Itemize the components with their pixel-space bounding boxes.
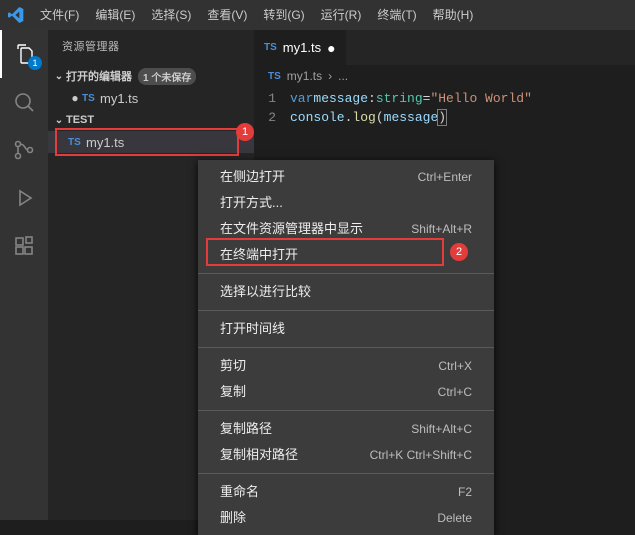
context-menu-item[interactable]: 删除 Delete bbox=[198, 505, 494, 531]
context-menu-separator bbox=[198, 310, 494, 311]
activity-search-icon[interactable] bbox=[0, 78, 48, 126]
context-menu-item[interactable]: 打开时间线 bbox=[198, 316, 494, 342]
tok: : bbox=[368, 91, 376, 106]
tok: = bbox=[423, 91, 431, 106]
breadcrumb-sep: › bbox=[328, 69, 332, 83]
tab-bar: TS my1.ts ● bbox=[254, 30, 635, 65]
tok: . bbox=[345, 110, 353, 125]
context-menu-shortcut: Ctrl+X bbox=[438, 353, 472, 379]
ts-file-icon: TS bbox=[264, 42, 277, 53]
menu-view[interactable]: 查看(V) bbox=[199, 0, 255, 30]
context-menu-shortcut: Ctrl+C bbox=[438, 379, 472, 405]
ts-file-icon: TS bbox=[268, 71, 281, 82]
breadcrumb-file: my1.ts bbox=[287, 69, 322, 83]
code-editor[interactable]: 1 var message:string = "Hello World" 2 c… bbox=[254, 87, 635, 129]
annotation-box-2 bbox=[206, 238, 444, 266]
activity-scm-icon[interactable] bbox=[0, 126, 48, 174]
tok: message bbox=[384, 110, 439, 125]
context-menu-label: 重命名 bbox=[220, 479, 259, 505]
modified-dot-icon: ● bbox=[68, 91, 82, 105]
activity-extensions-icon[interactable] bbox=[0, 222, 48, 270]
context-menu-item[interactable]: 选择以进行比较 bbox=[198, 279, 494, 305]
menu-file[interactable]: 文件(F) bbox=[32, 0, 87, 30]
menu-terminal[interactable]: 终端(T) bbox=[369, 0, 424, 30]
annotation-marker-2: 2 bbox=[450, 243, 468, 261]
open-editor-filename: my1.ts bbox=[100, 91, 138, 106]
tok: var bbox=[290, 91, 313, 106]
menu-goto[interactable]: 转到(G) bbox=[255, 0, 312, 30]
context-menu-shortcut: Ctrl+Enter bbox=[418, 164, 472, 190]
code-line: 1 var message:string = "Hello World" bbox=[254, 89, 635, 108]
context-menu-label: 打开时间线 bbox=[220, 316, 285, 342]
context-menu-item[interactable]: 复制路径 Shift+Alt+C bbox=[198, 416, 494, 442]
breadcrumb-rest: ... bbox=[338, 69, 348, 83]
context-menu-label: 删除 bbox=[220, 505, 246, 531]
annotation-box-1 bbox=[55, 128, 239, 156]
tab-modified-dot-icon: ● bbox=[327, 40, 335, 56]
menu-select[interactable]: 选择(S) bbox=[143, 0, 199, 30]
context-menu-label: 选择以进行比较 bbox=[220, 279, 311, 305]
menu-help[interactable]: 帮助(H) bbox=[425, 0, 482, 30]
context-menu-label: 在侧边打开 bbox=[220, 164, 285, 190]
activity-explorer-icon[interactable]: 1 bbox=[0, 30, 48, 78]
tok: ( bbox=[376, 110, 384, 125]
context-menu-shortcut: Ctrl+K Ctrl+Shift+C bbox=[370, 442, 472, 468]
context-menu-separator bbox=[198, 473, 494, 474]
tab-filename: my1.ts bbox=[283, 40, 321, 55]
editor-tab[interactable]: TS my1.ts ● bbox=[254, 30, 347, 65]
context-menu-shortcut: F2 bbox=[458, 479, 472, 505]
title-bar: 文件(F) 编辑(E) 选择(S) 查看(V) 转到(G) 运行(R) 终端(T… bbox=[0, 0, 635, 30]
context-menu-shortcut: Delete bbox=[437, 505, 472, 531]
context-menu-label: 复制相对路径 bbox=[220, 442, 298, 468]
context-menu-label: 剪切 bbox=[220, 353, 246, 379]
context-menu-item[interactable]: 复制相对路径 Ctrl+K Ctrl+Shift+C bbox=[198, 442, 494, 468]
line-number: 1 bbox=[254, 91, 290, 106]
line-number: 2 bbox=[254, 110, 290, 125]
tok: message bbox=[313, 91, 368, 106]
context-menu-label: 复制 bbox=[220, 379, 246, 405]
folder-label: TEST bbox=[66, 114, 94, 126]
code-line: 2 console.log(message) bbox=[254, 108, 635, 127]
context-menu-item[interactable]: 剪切 Ctrl+X bbox=[198, 353, 494, 379]
context-menu-separator bbox=[198, 410, 494, 411]
unsaved-badge: 1 个未保存 bbox=[138, 68, 196, 85]
context-menu: 在侧边打开Ctrl+Enter打开方式...在文件资源管理器中显示Shift+A… bbox=[198, 160, 494, 535]
menu-run[interactable]: 运行(R) bbox=[313, 0, 370, 30]
context-menu-shortcut: Shift+Alt+C bbox=[411, 416, 472, 442]
activity-bar: 1 bbox=[0, 30, 48, 520]
annotation-marker-1: 1 bbox=[236, 123, 254, 141]
open-editors-header[interactable]: ⌄ 打开的编辑器 1 个未保存 bbox=[48, 65, 254, 87]
activity-debug-icon[interactable] bbox=[0, 174, 48, 222]
open-editor-row[interactable]: ● TS my1.ts bbox=[48, 87, 254, 109]
tok: console bbox=[290, 110, 345, 125]
explorer-badge: 1 bbox=[28, 56, 42, 70]
context-menu-label: 复制路径 bbox=[220, 416, 272, 442]
chevron-down-icon: ⌄ bbox=[52, 71, 66, 82]
open-editors-label: 打开的编辑器 bbox=[66, 68, 132, 84]
sidebar-title: 资源管理器 bbox=[48, 30, 254, 65]
ts-file-icon: TS bbox=[82, 93, 100, 104]
menu-edit[interactable]: 编辑(E) bbox=[87, 0, 143, 30]
context-menu-item[interactable]: 打开方式... bbox=[198, 190, 494, 216]
breadcrumb[interactable]: TS my1.ts › ... bbox=[254, 65, 635, 87]
context-menu-item[interactable]: 在侧边打开 Ctrl+Enter bbox=[198, 164, 494, 190]
tok: "Hello World" bbox=[430, 91, 531, 106]
tok: string bbox=[376, 91, 423, 106]
context-menu-label: 打开方式... bbox=[220, 190, 283, 216]
context-menu-separator bbox=[198, 347, 494, 348]
chevron-down-icon: ⌄ bbox=[52, 115, 66, 126]
vscode-icon bbox=[6, 5, 26, 25]
context-menu-separator bbox=[198, 273, 494, 274]
tok: ) bbox=[438, 110, 446, 125]
context-menu-item[interactable]: 重命名 F2 bbox=[198, 479, 494, 505]
context-menu-item[interactable]: 复制 Ctrl+C bbox=[198, 379, 494, 405]
tok: log bbox=[352, 110, 375, 125]
